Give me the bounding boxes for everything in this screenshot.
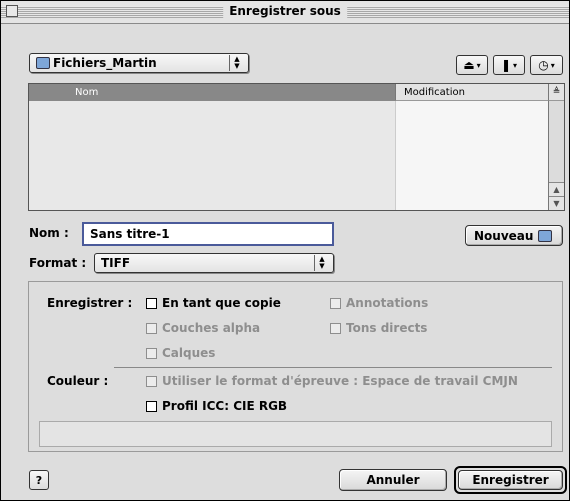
favorites-button[interactable]: ❚ ▾ (493, 55, 525, 75)
checkbox-alpha-channels: Couches alpha (146, 321, 260, 335)
new-folder-icon (538, 229, 553, 242)
folder-label: Fichiers_Martin (53, 56, 157, 70)
checkbox-spot-colors: Tons directs (330, 321, 427, 335)
new-folder-button[interactable]: Nouveau (465, 225, 563, 246)
title-bar[interactable]: Enregistrer sous (1, 1, 569, 24)
file-list-body[interactable] (29, 101, 395, 210)
save-as-dialog: Enregistrer sous Fichiers_Martin ▲ ▼ ⏏ ▾ ❚… (0, 0, 570, 501)
help-button[interactable]: ? (29, 470, 49, 490)
checkbox-box[interactable] (146, 400, 157, 412)
chevron-updown-icon: ▲ ▼ (314, 255, 329, 271)
checkbox-label: Utiliser le format d'épreuve : Espace de… (162, 374, 518, 388)
scroll-up-arrow-icon[interactable]: ▲ (549, 182, 564, 196)
filename-label: Nom : (29, 226, 69, 240)
checkbox-label: Annotations (346, 296, 429, 310)
format-label: Format : (29, 256, 87, 270)
column-header-name[interactable]: Nom (29, 84, 395, 101)
file-list-scrollbar[interactable]: ▲ ▼ (548, 101, 564, 210)
file-list-date-column[interactable] (395, 101, 548, 210)
checkbox-label: Tons directs (346, 321, 428, 335)
close-box[interactable] (6, 5, 18, 17)
checkbox-layers: Calques (146, 346, 215, 360)
checkbox-box (146, 322, 157, 334)
folder-popup[interactable]: Fichiers_Martin ▲ ▼ (29, 53, 249, 73)
new-folder-label: Nouveau (474, 228, 534, 243)
color-label: Couleur : (47, 374, 109, 388)
save-button[interactable]: Enregistrer (458, 470, 563, 490)
checkbox-icc-profile[interactable]: Profil ICC: CIE RGB (146, 399, 287, 413)
checkbox-box (146, 375, 157, 387)
favorites-icon: ❚ (500, 58, 512, 72)
recent-button[interactable]: ◷ ▾ (530, 55, 563, 75)
checkbox-label: Couches alpha (162, 321, 261, 335)
cancel-button[interactable]: Annuler (339, 469, 447, 491)
column-header-modified[interactable]: Modification (395, 84, 548, 101)
warning-message-box (39, 421, 552, 447)
format-value: TIFF (101, 256, 131, 270)
checkbox-label: Calques (162, 346, 216, 360)
recent-icon: ◷ (538, 58, 549, 72)
checkbox-box (146, 347, 157, 359)
checkbox-box (330, 322, 341, 334)
sort-order-icon[interactable]: ≜ (548, 84, 564, 101)
disk-button[interactable]: ⏏ ▾ (456, 55, 488, 75)
file-list[interactable]: Nom Modification ≜ ▲ ▼ (28, 83, 565, 211)
chevron-updown-icon: ▲ ▼ (229, 55, 244, 71)
disk-icon: ⏏ (463, 58, 475, 72)
checkbox-annotations: Annotations (330, 296, 428, 310)
checkbox-box[interactable] (146, 297, 157, 309)
folder-icon (36, 57, 50, 69)
options-separator (114, 367, 552, 368)
checkbox-box (330, 297, 341, 309)
checkbox-save-as-copy[interactable]: En tant que copie (146, 296, 281, 310)
checkbox-label: En tant que copie (162, 296, 281, 310)
checkbox-label: Profil ICC: CIE RGB (162, 399, 288, 413)
filename-input[interactable]: Sans titre-1 (82, 222, 334, 246)
save-options-label: Enregistrer : (47, 296, 133, 310)
format-popup[interactable]: TIFF ▲ ▼ (94, 253, 334, 273)
dialog-title: Enregistrer sous (223, 3, 347, 20)
help-icon: ? (35, 473, 43, 487)
scroll-down-arrow-icon[interactable]: ▼ (549, 196, 564, 210)
checkbox-proof-setup: Utiliser le format d'épreuve : Espace de… (146, 374, 518, 388)
